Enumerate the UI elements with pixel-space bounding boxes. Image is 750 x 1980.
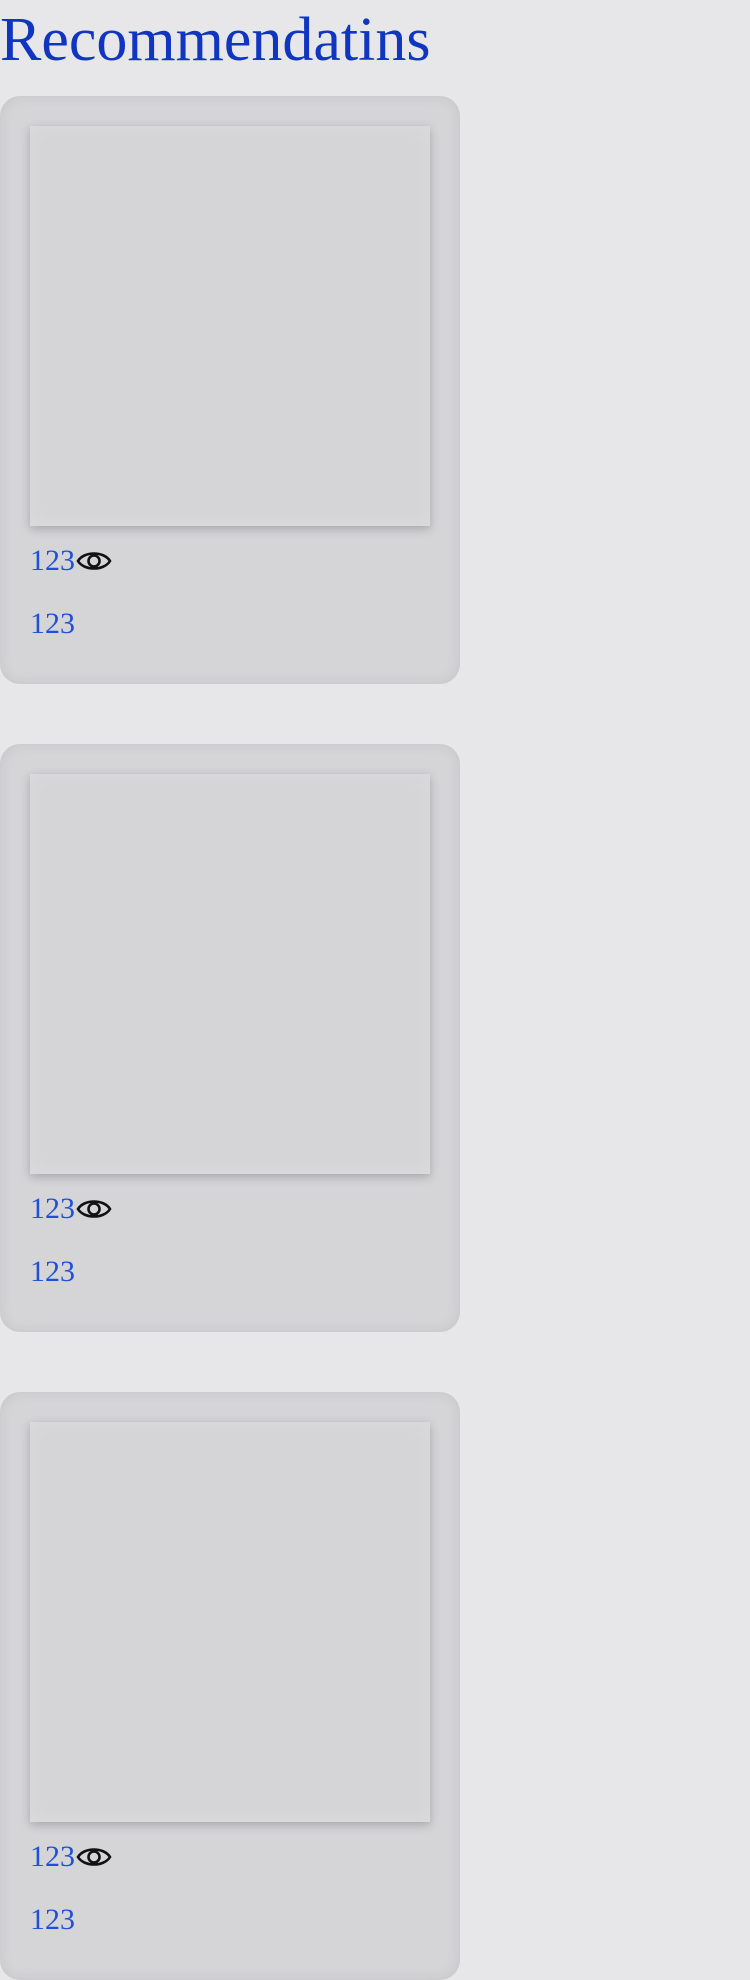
secondary-count: 123 — [30, 1255, 75, 1288]
views-row: 123 — [30, 1840, 112, 1874]
recommendation-thumbnail[interactable] — [30, 774, 430, 1174]
secondary-count: 123 — [30, 1903, 75, 1936]
recommendation-card[interactable]: 123 123 — [0, 744, 460, 1332]
views-row: 123 — [30, 1192, 112, 1226]
secondary-count: 123 — [30, 607, 75, 640]
recommendation-card[interactable]: 123 123 — [0, 1392, 460, 1980]
eye-icon — [76, 1192, 112, 1226]
view-count: 123 — [30, 1192, 75, 1225]
view-count: 123 — [30, 544, 75, 577]
eye-icon — [76, 544, 112, 578]
eye-icon — [76, 1840, 112, 1874]
page-title: Recommendatins — [0, 6, 431, 74]
views-row: 123 — [30, 544, 112, 578]
recommendation-thumbnail[interactable] — [30, 1422, 430, 1822]
recommendation-thumbnail[interactable] — [30, 126, 430, 526]
view-count: 123 — [30, 1840, 75, 1873]
recommendation-card[interactable]: 123 123 — [0, 96, 460, 684]
